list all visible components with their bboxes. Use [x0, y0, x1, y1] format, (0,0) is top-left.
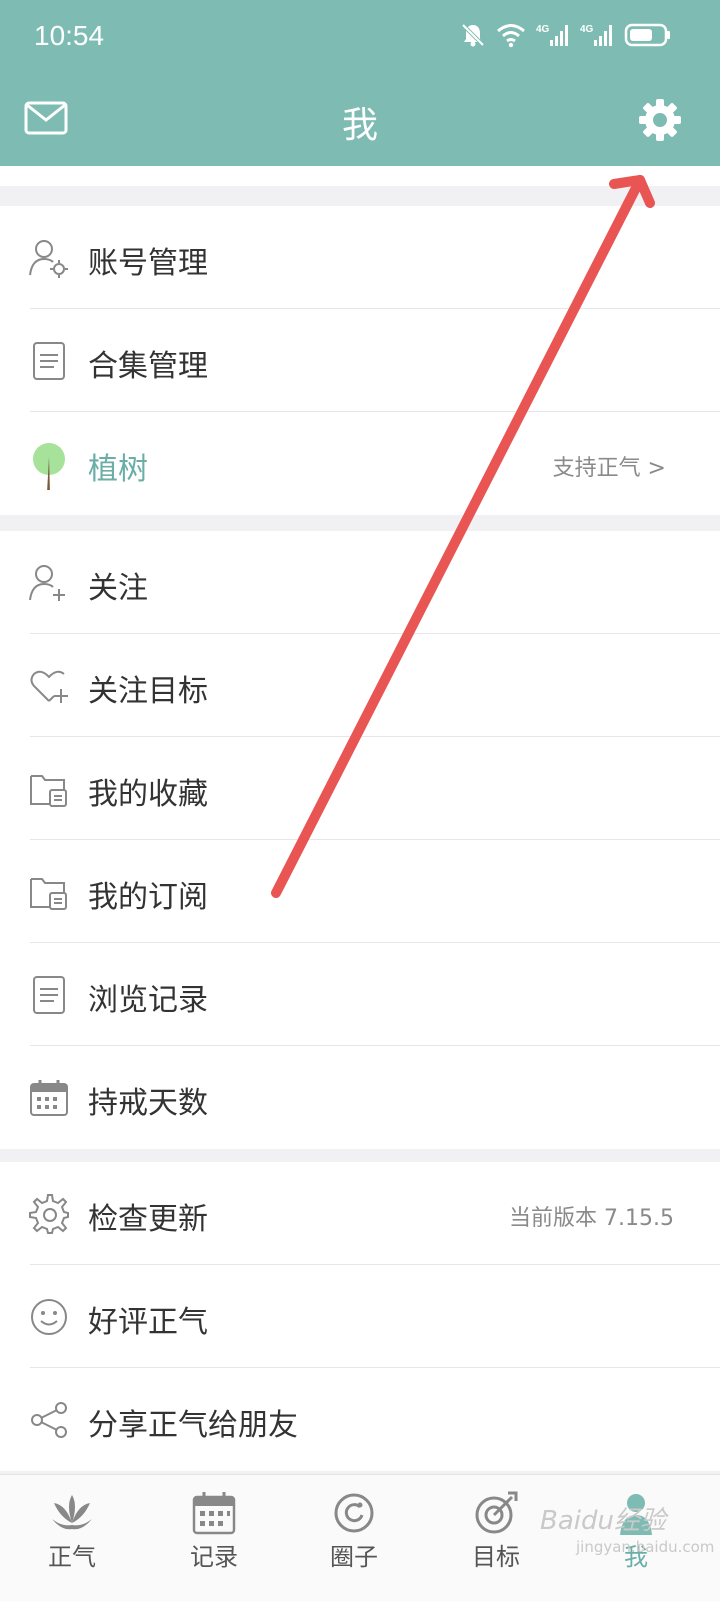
menu-item-label: 合集管理: [88, 349, 208, 384]
settings-button[interactable]: [638, 98, 682, 146]
menu-item-follow-goals[interactable]: 关注目标: [0, 634, 720, 737]
folder-icon: [30, 878, 67, 910]
watermark-text: Baidu经验: [540, 1506, 666, 1536]
tab-zhengqi[interactable]: 正气: [0, 1475, 144, 1601]
header-spacer: [0, 166, 720, 186]
support-link[interactable]: 支持正气 >: [553, 450, 666, 482]
calendar-icon: [192, 1492, 236, 1535]
version-text: 当前版本 7.15.5: [509, 1206, 674, 1231]
tab-label: 正气: [48, 1543, 96, 1571]
document-icon: [33, 976, 65, 1014]
share-icon: [31, 1402, 67, 1438]
menu-item-check-update[interactable]: 检查更新 当前版本 7.15.5: [0, 1162, 720, 1265]
bell-muted-icon: [461, 23, 485, 47]
user-plus-icon: [29, 565, 65, 601]
menu-item-share-app[interactable]: 分享正气给朋友: [0, 1368, 720, 1471]
gear-icon: [29, 1194, 69, 1234]
document-icon: [33, 342, 65, 380]
tree-icon: [33, 443, 65, 490]
watermark-url: jingyan.baidu.com: [576, 1538, 715, 1556]
menu-group-account: 账号管理 合集管理 植树 支持正气 >: [0, 206, 720, 515]
page-title: 我: [341, 105, 378, 146]
menu-item-rate-app[interactable]: 好评正气: [0, 1265, 720, 1368]
menu-item-my-subscriptions[interactable]: 我的订阅: [0, 840, 720, 943]
status-time: 10:54: [34, 20, 105, 51]
menu-item-plant-tree[interactable]: 植树 支持正气 >: [0, 412, 720, 515]
menu-item-label: 关注目标: [88, 674, 208, 709]
menu-group-app: 检查更新 当前版本 7.15.5 好评正气 分享正气给朋友: [0, 1162, 720, 1471]
menu-item-label: 分享正气给朋友: [88, 1408, 298, 1443]
wifi-icon: [497, 24, 525, 48]
folder-icon: [30, 775, 67, 807]
svg-text:4G: 4G: [580, 24, 594, 35]
lotus-icon: [52, 1495, 92, 1530]
menu-item-label: 我的收藏: [88, 777, 208, 812]
tab-label: 目标: [472, 1543, 520, 1571]
menu-item-collection-management[interactable]: 合集管理: [0, 309, 720, 412]
tab-label: 圈子: [330, 1543, 378, 1571]
tab-label: 记录: [190, 1543, 238, 1571]
menu-item-label: 检查更新: [88, 1202, 208, 1237]
menu-item-my-favorites[interactable]: 我的收藏: [0, 737, 720, 840]
menu-item-abstinence-days[interactable]: 持戒天数: [0, 1046, 720, 1149]
menu-item-label: 持戒天数: [88, 1086, 208, 1121]
smile-icon: [31, 1299, 67, 1335]
menu-item-label: 我的订阅: [88, 880, 208, 915]
svg-text:4G: 4G: [536, 24, 550, 35]
menu-group-follow: 关注 关注目标 我的收藏 我的订阅 浏览记录 持戒天数: [0, 531, 720, 1149]
menu-item-label: 浏览记录: [88, 983, 208, 1018]
menu-item-label: 植树: [88, 452, 148, 487]
tab-record[interactable]: 记录: [142, 1475, 286, 1601]
battery-icon: [624, 23, 670, 47]
signal-4g-icon: 4G: [580, 24, 612, 46]
top-bar: 10:54 4G 4G 我: [0, 0, 720, 166]
menu-item-account-management[interactable]: 账号管理: [0, 206, 720, 309]
menu-item-label: 账号管理: [88, 246, 208, 281]
heart-plus-icon: [30, 670, 68, 703]
user-gear-icon: [29, 240, 68, 278]
circle-icon: [334, 1493, 374, 1533]
calendar-icon: [30, 1080, 68, 1116]
tab-goals[interactable]: 目标: [424, 1475, 568, 1601]
tab-circle[interactable]: 圈子: [282, 1475, 426, 1601]
status-icons: 4G 4G: [460, 22, 672, 48]
menu-item-label: 关注: [88, 571, 148, 606]
signal-4g-icon: 4G: [536, 24, 568, 46]
target-icon: [475, 1491, 518, 1534]
gear-icon: [639, 99, 681, 141]
menu-item-browse-history[interactable]: 浏览记录: [0, 943, 720, 1046]
menu-item-label: 好评正气: [88, 1305, 208, 1340]
menu-item-follow[interactable]: 关注: [0, 531, 720, 634]
